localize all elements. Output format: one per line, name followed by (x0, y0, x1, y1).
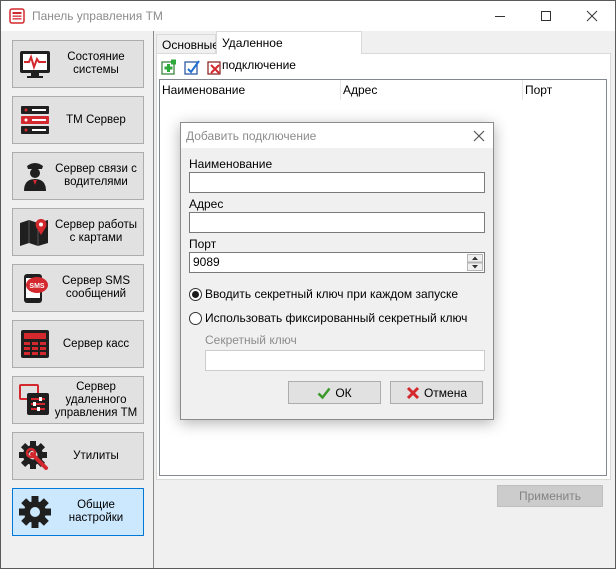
sidebar-item-tm-server[interactable]: ТМ Сервер (12, 96, 144, 144)
ok-label: ОК (335, 385, 352, 400)
delete-icon[interactable] (207, 59, 223, 75)
edit-icon[interactable] (184, 59, 200, 75)
add-icon[interactable] (161, 59, 177, 75)
sidebar-item-cash-server[interactable]: Сервер касс (12, 320, 144, 368)
tab-strip: Основные Удаленное подключение (156, 31, 614, 72)
sidebar-item-label: Сервер связи с водителями (55, 163, 137, 188)
gear-wrench-icon (19, 441, 48, 470)
radio-prompt-key[interactable]: Вводить секретный ключ при каждом запуск… (189, 286, 458, 302)
port-stepper[interactable]: 9089 (189, 252, 485, 273)
gear-icon (19, 496, 51, 528)
radio-button-unselected[interactable] (189, 311, 202, 325)
dialog-title: Добавить подключение (186, 129, 317, 143)
window-title: Панель управления ТМ (32, 9, 163, 23)
map-pin-icon (20, 219, 48, 246)
cash-register-icon (21, 330, 49, 358)
sms-icon: SMS (24, 274, 48, 303)
cancel-x-icon (406, 386, 420, 399)
port-label: Порт (189, 237, 217, 251)
cancel-label: Отмена (423, 385, 468, 400)
sidebar-item-label: Общие настройки (68, 499, 124, 524)
close-button[interactable] (569, 1, 615, 31)
address-field[interactable] (189, 212, 485, 233)
port-value: 9089 (193, 255, 220, 269)
sidebar-item-label: Сервер SMS сообщений (62, 275, 130, 300)
radio-fixed-key-label: Использовать фиксированный секретный клю… (205, 311, 468, 325)
sidebar-item-driver-server[interactable]: Сервер связи с водителями (12, 152, 144, 200)
sidebar: Состояние системы ТМ Сервер Сервер связи… (1, 31, 154, 568)
app-icon (9, 8, 25, 24)
sidebar-item-maps-server[interactable]: Сервер работы с картами (12, 208, 144, 256)
table-header: Наименование Адрес Порт (160, 80, 606, 100)
radio-button-selected[interactable] (189, 287, 202, 301)
apply-button[interactable]: Применить (497, 485, 603, 507)
address-label: Адрес (189, 197, 224, 211)
radio-prompt-key-label: Вводить секретный ключ при каждом запуск… (205, 287, 459, 301)
close-icon (586, 10, 598, 22)
title-bar: Панель управления ТМ (1, 1, 615, 31)
tab-basic[interactable]: Основные (156, 34, 219, 54)
name-field[interactable] (189, 172, 485, 193)
svg-text:SMS: SMS (29, 283, 45, 290)
dialog-title-bar: Добавить подключение (181, 123, 493, 148)
column-header-address[interactable]: Адрес (341, 80, 523, 100)
main-window: Панель управления ТМ Состояние системы Т… (0, 0, 616, 569)
minimize-button[interactable] (477, 1, 523, 31)
sidebar-item-general-settings[interactable]: Общие настройки (12, 488, 144, 536)
sidebar-item-remote-server[interactable]: Сервер удаленного управления ТМ (12, 376, 144, 424)
maximize-icon (541, 11, 551, 21)
sidebar-item-utilities[interactable]: Утилиты (12, 432, 144, 480)
maximize-button[interactable] (523, 1, 569, 31)
sidebar-item-label: Сервер удаленного управления ТМ (54, 380, 138, 419)
minimize-icon (495, 16, 505, 17)
ok-button[interactable]: ОК (288, 381, 381, 404)
sidebar-item-label: ТМ Сервер (66, 113, 126, 126)
remote-control-icon (19, 384, 49, 415)
monitor-pulse-icon (20, 51, 50, 78)
sidebar-item-label: Сервер касс (62, 337, 130, 350)
name-label: Наименование (189, 157, 273, 171)
sidebar-item-system-status[interactable]: Состояние системы (12, 40, 144, 88)
sidebar-item-label: Состояние системы (67, 51, 125, 76)
column-header-name[interactable]: Наименование (160, 80, 341, 100)
column-header-port[interactable]: Порт (523, 80, 606, 100)
radio-fixed-key[interactable]: Использовать фиксированный секретный клю… (189, 310, 467, 326)
spin-arrows-icon[interactable] (467, 254, 483, 271)
secret-key-field[interactable] (205, 350, 485, 371)
sidebar-item-sms-server[interactable]: SMS Сервер SMS сообщений (12, 264, 144, 312)
close-icon[interactable] (471, 128, 487, 144)
server-rack-icon (21, 106, 49, 134)
secret-key-label: Секретный ключ (205, 333, 297, 347)
tab-remote-connection[interactable]: Удаленное подключение (216, 31, 362, 72)
sidebar-item-label: Утилиты (73, 449, 119, 462)
driver-icon (24, 163, 46, 191)
checkmark-icon (317, 387, 331, 399)
cancel-button[interactable]: Отмена (390, 381, 483, 404)
sidebar-item-label: Сервер работы с картами (54, 219, 138, 244)
add-connection-dialog: Добавить подключение Наименование Адрес … (180, 122, 494, 420)
